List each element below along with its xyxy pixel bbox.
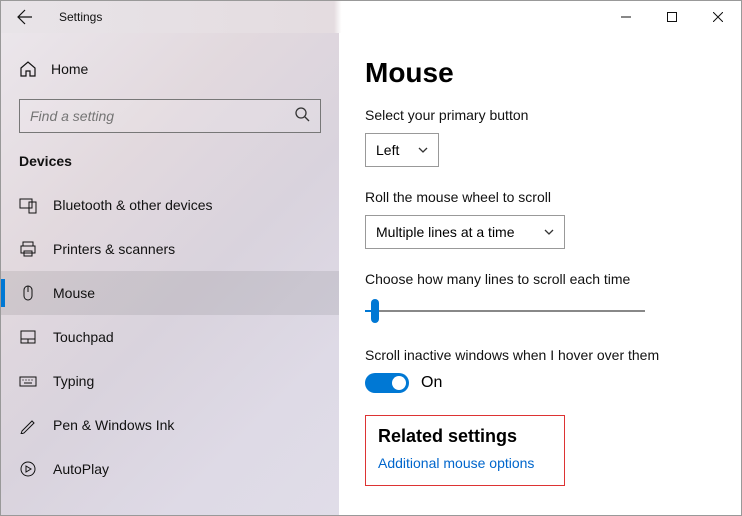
- related-settings: Related settings Additional mouse option…: [365, 415, 565, 486]
- sidebar-item-label: Pen & Windows Ink: [53, 417, 174, 433]
- printer-icon: [19, 240, 37, 258]
- sidebar-item-bluetooth[interactable]: Bluetooth & other devices: [1, 183, 339, 227]
- wheel-label: Roll the mouse wheel to scroll: [365, 189, 719, 205]
- search-input[interactable]: [30, 108, 294, 124]
- related-heading: Related settings: [378, 426, 552, 447]
- dropdown-value: Multiple lines at a time: [376, 224, 515, 240]
- back-button[interactable]: [1, 1, 49, 33]
- sidebar-item-typing[interactable]: Typing: [1, 359, 339, 403]
- dropdown-value: Left: [376, 142, 399, 158]
- maximize-button[interactable]: [649, 1, 695, 33]
- window-controls: [603, 1, 741, 33]
- keyboard-icon: [19, 372, 37, 390]
- lines-slider[interactable]: [365, 297, 645, 325]
- search-icon: [294, 106, 310, 127]
- autoplay-icon: [19, 460, 37, 478]
- title-bar: Settings: [1, 1, 741, 33]
- sidebar-item-mouse[interactable]: Mouse: [1, 271, 339, 315]
- inactive-toggle[interactable]: [365, 373, 409, 393]
- lines-label: Choose how many lines to scroll each tim…: [365, 271, 719, 287]
- sidebar-item-label: Typing: [53, 373, 94, 389]
- inactive-label: Scroll inactive windows when I hover ove…: [365, 347, 719, 363]
- home-label: Home: [51, 61, 88, 77]
- additional-mouse-options-link[interactable]: Additional mouse options: [378, 455, 552, 471]
- close-button[interactable]: [695, 1, 741, 33]
- primary-button-label: Select your primary button: [365, 107, 719, 123]
- touchpad-icon: [19, 328, 37, 346]
- primary-button-dropdown[interactable]: Left: [365, 133, 439, 167]
- sidebar-item-printers[interactable]: Printers & scanners: [1, 227, 339, 271]
- search-box[interactable]: [19, 99, 321, 133]
- sidebar-item-touchpad[interactable]: Touchpad: [1, 315, 339, 359]
- minimize-button[interactable]: [603, 1, 649, 33]
- content-pane: Mouse Select your primary button Left Ro…: [339, 33, 741, 515]
- sidebar-item-label: Bluetooth & other devices: [53, 197, 213, 213]
- chevron-down-icon: [544, 227, 554, 237]
- pen-icon: [19, 416, 37, 434]
- wheel-dropdown[interactable]: Multiple lines at a time: [365, 215, 565, 249]
- page-heading: Mouse: [365, 57, 719, 89]
- slider-track: [365, 310, 645, 312]
- toggle-state: On: [421, 374, 442, 392]
- sidebar-item-label: AutoPlay: [53, 461, 109, 477]
- slider-thumb[interactable]: [371, 299, 379, 323]
- sidebar-item-autoplay[interactable]: AutoPlay: [1, 447, 339, 491]
- mouse-icon: [19, 284, 37, 302]
- home-icon: [19, 60, 37, 78]
- category-heading: Devices: [1, 149, 339, 183]
- sidebar-item-label: Mouse: [53, 285, 95, 301]
- chevron-down-icon: [418, 145, 428, 155]
- sidebar-item-label: Touchpad: [53, 329, 114, 345]
- home-link[interactable]: Home: [1, 49, 339, 89]
- devices-icon: [19, 196, 37, 214]
- back-arrow-icon: [17, 9, 33, 25]
- sidebar-item-label: Printers & scanners: [53, 241, 175, 257]
- window-title: Settings: [59, 10, 102, 24]
- sidebar-item-pen[interactable]: Pen & Windows Ink: [1, 403, 339, 447]
- sidebar: Home Devices Bluetooth & other devices P…: [1, 33, 339, 515]
